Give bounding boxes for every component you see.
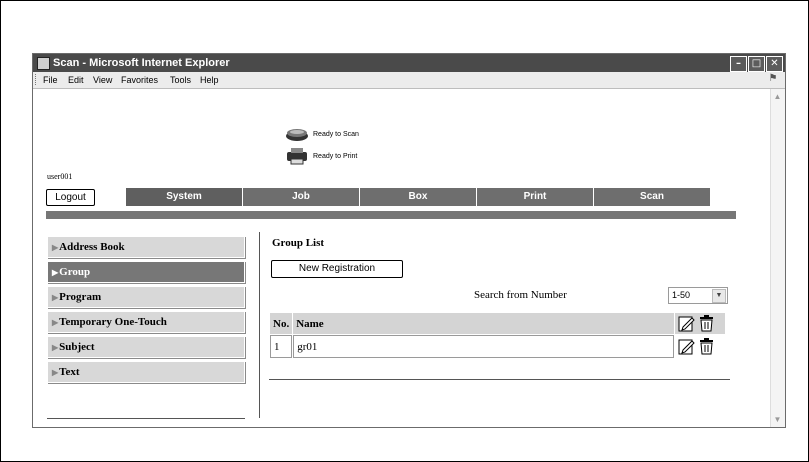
menu-view[interactable]: View — [93, 75, 112, 85]
table-underline — [269, 379, 730, 380]
window-title: Scan - Microsoft Internet Explorer — [53, 57, 230, 69]
scroll-down-icon[interactable]: ▼ — [773, 415, 782, 424]
column-header-name: Name — [293, 313, 674, 334]
header-icons — [675, 313, 725, 334]
group-table: No. Name 1 gr01 — [269, 312, 726, 359]
browser-window: Scan - Microsoft Internet Explorer – □ ✕… — [32, 53, 786, 428]
table-row: 1 gr01 — [270, 335, 725, 358]
scanner-icon — [286, 129, 308, 141]
page-content: Ready to Scan Ready to Print user001 Log… — [33, 89, 770, 427]
row-actions — [675, 335, 725, 358]
chevron-down-icon[interactable]: ▼ — [712, 289, 726, 303]
maximize-button[interactable]: □ — [748, 56, 765, 72]
username: user001 — [47, 172, 73, 181]
scan-status: Ready to Scan — [285, 125, 359, 143]
row-name: gr01 — [293, 335, 674, 358]
tab-print[interactable]: Print — [477, 188, 594, 206]
menu-file[interactable]: File — [43, 75, 58, 85]
print-status: Ready to Print — [285, 147, 357, 165]
scan-status-text: Ready to Scan — [313, 130, 359, 138]
vertical-separator — [259, 232, 260, 418]
edit-icon — [678, 316, 695, 332]
triangle-icon: ▶ — [52, 343, 59, 352]
printer-icon — [287, 148, 307, 165]
header-divider-bar — [46, 211, 736, 219]
triangle-icon: ▶ — [52, 293, 59, 302]
sidebar-item-group[interactable]: ▶Group — [47, 261, 245, 283]
range-value: 1-50 — [672, 290, 691, 300]
table-header-row: No. Name — [270, 313, 725, 334]
triangle-icon: ▶ — [52, 368, 59, 377]
delete-icon — [699, 315, 713, 332]
tab-job[interactable]: Job — [243, 188, 360, 206]
row-no: 1 — [270, 335, 293, 358]
triangle-icon: ▶ — [52, 243, 59, 252]
sidebar-item-program[interactable]: ▶Program — [47, 286, 245, 308]
triangle-icon: ▶ — [52, 318, 59, 327]
delete-icon[interactable] — [698, 338, 715, 355]
windows-logo-icon: ⚑ — [768, 73, 778, 84]
title-bar: Scan - Microsoft Internet Explorer – □ ✕ — [33, 54, 785, 72]
menu-edit[interactable]: Edit — [68, 75, 84, 85]
tab-box[interactable]: Box — [360, 188, 477, 206]
print-status-text: Ready to Print — [313, 152, 358, 160]
minimize-button[interactable]: – — [730, 56, 747, 72]
sidebar-item-subject[interactable]: ▶Subject — [47, 336, 245, 358]
edit-icon[interactable] — [678, 338, 695, 355]
tab-scan[interactable]: Scan — [594, 188, 711, 206]
toolbar-grip — [35, 74, 38, 85]
sidebar-item-temporary-one-touch[interactable]: ▶Temporary One-Touch — [47, 311, 245, 333]
menu-help[interactable]: Help — [200, 75, 219, 85]
sidebar: ▶Address Book ▶Group ▶Program ▶Temporary… — [47, 236, 245, 386]
close-button[interactable]: ✕ — [766, 56, 783, 72]
range-select[interactable]: 1-50 ▼ — [668, 287, 728, 304]
scroll-up-icon[interactable]: ▲ — [773, 92, 782, 101]
sidebar-item-text[interactable]: ▶Text — [47, 361, 245, 383]
menu-bar: File Edit View Favorites Tools Help ⚑ — [33, 72, 785, 89]
menu-tools[interactable]: Tools — [170, 75, 191, 85]
main-tabs: System Job Box Print Scan — [126, 188, 711, 206]
new-registration-button[interactable]: New Registration — [271, 260, 403, 278]
sidebar-underline — [47, 418, 245, 419]
triangle-icon: ▶ — [52, 268, 59, 277]
column-header-no: No. — [270, 313, 293, 334]
vertical-scrollbar[interactable]: ▲ ▼ — [770, 89, 785, 427]
sidebar-item-address-book[interactable]: ▶Address Book — [47, 236, 245, 258]
page-title: Group List — [272, 237, 325, 249]
tab-system[interactable]: System — [126, 188, 243, 206]
ie-icon — [37, 57, 50, 70]
logout-button[interactable]: Logout — [46, 189, 95, 206]
menu-favorites[interactable]: Favorites — [121, 75, 158, 85]
search-label: Search from Number — [474, 289, 567, 301]
